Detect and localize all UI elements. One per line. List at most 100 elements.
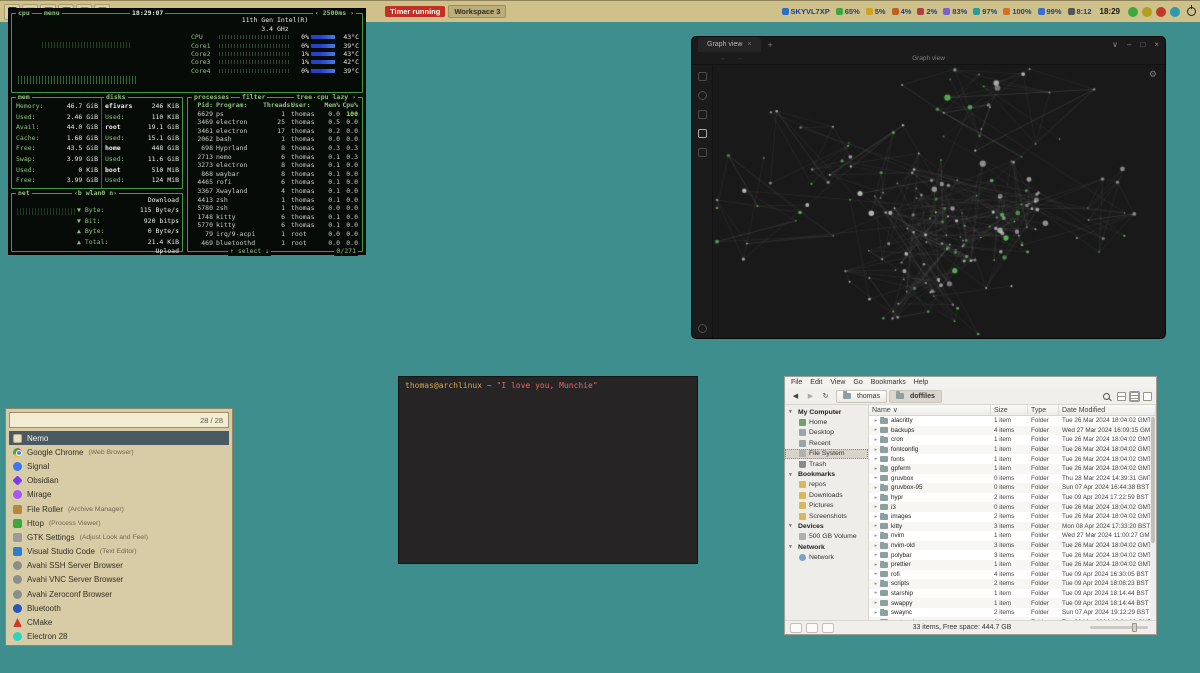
sidebar-item-500-gb-volume[interactable]: 500 GB Volume (785, 532, 868, 542)
canvas-icon[interactable] (698, 148, 707, 157)
process-row[interactable]: 698Hyprland8thomas0.30.3 (190, 144, 360, 153)
menubar-item-go[interactable]: Go (853, 379, 862, 386)
menubar-item-file[interactable]: File (791, 379, 802, 386)
process-row[interactable]: 2713nemo6thomas0.10.3 (190, 153, 360, 162)
file-row[interactable]: ▸prettier1 itemFolderTue 26 Mar 2024 18:… (869, 560, 1156, 570)
terminal-window[interactable]: thomas@archlinux ~ "I love you, Munchie" (398, 376, 698, 564)
timer-badge[interactable]: Timer running (385, 6, 445, 17)
minimize-icon[interactable]: – (1127, 40, 1131, 49)
file-row[interactable]: ▸polybar3 itemsFolderTue 26 Mar 2024 18:… (869, 550, 1156, 560)
expander-icon[interactable]: ▾ (789, 523, 795, 529)
expander-icon[interactable]: ▸ (872, 418, 880, 424)
expander-icon[interactable]: ▸ (872, 533, 880, 539)
menubar-item-edit[interactable]: Edit (810, 379, 822, 386)
file-row[interactable]: ▸scripts2 itemsFolderTue 09 Apr 2024 18:… (869, 579, 1156, 589)
process-row[interactable]: 4413zsh1thomas0.10.0 (190, 196, 360, 205)
file-row[interactable]: ▸backups4 itemsFolderWed 27 Mar 2024 16:… (869, 426, 1156, 436)
close-icon[interactable]: × (1154, 40, 1159, 49)
file-row[interactable]: ▸nvim-old3 itemsFolderTue 26 Mar 2024 18… (869, 541, 1156, 551)
sidebar-item-trash[interactable]: Trash (785, 459, 868, 469)
expander-icon[interactable]: ▸ (872, 610, 880, 616)
file-row[interactable]: ▸alacritty1 itemFolderTue 26 Mar 2024 18… (869, 416, 1156, 426)
scrollbar-thumb[interactable] (1151, 417, 1155, 543)
column-header-size[interactable]: Size (991, 405, 1028, 415)
tray-item-brightness[interactable]: 100% (1003, 7, 1031, 16)
chevron-down-icon[interactable]: ∨ (1112, 40, 1118, 49)
graph-titlebar[interactable]: Graph view × + ∨ – □ × (692, 37, 1165, 52)
proc-col-header[interactable]: Program: (216, 101, 263, 110)
process-row[interactable]: 469bluetoothd1root0.00.0 (190, 239, 360, 248)
file-row[interactable]: ▸swaync2 itemsFolderSun 07 Apr 2024 19:1… (869, 608, 1156, 618)
launcher-item[interactable]: GTK Settings(Adjust Look and Feel) (9, 530, 229, 544)
proc-col-header[interactable]: Cpu% (340, 101, 360, 110)
file-row[interactable]: ▸cron1 itemFolderTue 26 Mar 2024 18:04:0… (869, 435, 1156, 445)
file-row[interactable]: ▸gruvbox-950 itemsFolderSun 07 Apr 2024 … (869, 483, 1156, 493)
expander-icon[interactable]: ▸ (872, 600, 880, 606)
launcher-item[interactable]: Signal (9, 459, 229, 473)
proc-col-header[interactable]: User: (287, 101, 321, 110)
launcher-item[interactable]: Htop(Process Viewer) (9, 516, 229, 530)
process-row[interactable]: 4465rofi6thomas0.10.0 (190, 178, 360, 187)
sidebar-section-bookmarks[interactable]: ▾Bookmarks (785, 469, 868, 479)
tray-item-volume[interactable]: 99% (1038, 7, 1062, 16)
expander-icon[interactable]: ▸ (872, 466, 880, 472)
help-icon[interactable] (698, 324, 707, 333)
maximize-icon[interactable]: □ (1140, 40, 1145, 49)
graph-tab[interactable]: Graph view × (698, 37, 761, 52)
tray-item-uptime[interactable]: 8:12 (1068, 7, 1092, 16)
tray-item-cpu[interactable]: 4% (892, 7, 912, 16)
process-row[interactable]: 3367Xwayland4thomas0.10.0 (190, 187, 360, 196)
sidebar-section-network[interactable]: ▾Network (785, 542, 868, 552)
tray-item-disk[interactable]: 83% (943, 7, 967, 16)
expander-icon[interactable]: ▸ (872, 562, 880, 568)
launcher-item[interactable]: Bluetooth (9, 601, 229, 615)
back-button[interactable]: ◀ (789, 390, 802, 403)
sidebar-section-devices[interactable]: ▾Devices (785, 521, 868, 531)
forward-button[interactable]: ▶ (804, 390, 817, 403)
file-row[interactable]: ▸nvim1 itemFolderWed 27 Mar 2024 11:00:2… (869, 531, 1156, 541)
expander-icon[interactable]: ▸ (872, 485, 880, 491)
tab-close-icon[interactable]: × (747, 41, 751, 48)
sidebar-section-my-computer[interactable]: ▾My Computer (785, 407, 868, 417)
file-row[interactable]: ▸fontconfig1 itemFolderTue 26 Mar 2024 1… (869, 445, 1156, 455)
process-row[interactable]: 5770kitty6thomas0.10.0 (190, 221, 360, 230)
icon-view-button[interactable] (1117, 392, 1126, 401)
sidebar-item-network[interactable]: Network (785, 552, 868, 562)
zoom-slider-handle[interactable] (1132, 623, 1137, 632)
file-row[interactable]: ▸i30 itemsFolderTue 26 Mar 2024 18:04:02… (869, 502, 1156, 512)
btop-menu-tab[interactable]: menu (42, 9, 62, 18)
launcher-item[interactable]: Visual Studio Code(Text Editor) (9, 545, 229, 559)
record-icon[interactable] (1156, 7, 1166, 17)
expander-icon[interactable]: ▸ (872, 590, 880, 596)
show-places-button[interactable] (790, 623, 802, 633)
menubar-item-view[interactable]: View (830, 379, 845, 386)
process-row[interactable]: 868waybar8thomas0.10.0 (190, 170, 360, 179)
file-row[interactable]: ▸images2 itemsFolderTue 26 Mar 2024 18:0… (869, 512, 1156, 522)
launcher-item[interactable]: CMake (9, 615, 229, 629)
file-row[interactable]: ▸hypr2 itemsFolderTue 09 Apr 2024 17:22:… (869, 493, 1156, 503)
expander-icon[interactable]: ▸ (872, 523, 880, 529)
proc-col-header[interactable]: Threads: (263, 101, 287, 110)
tray-item-memory[interactable]: 5% (866, 7, 886, 16)
proc-col-header[interactable]: Pid: (190, 101, 216, 110)
process-row[interactable]: 1748kitty6thomas0.10.0 (190, 213, 360, 222)
expander-icon[interactable]: ▸ (872, 437, 880, 443)
zoom-slider[interactable] (1090, 626, 1148, 629)
file-row[interactable]: ▸swappy1 itemFolderTue 09 Apr 2024 18:14… (869, 598, 1156, 608)
launcher-item[interactable]: Avahi VNC Server Browser (9, 573, 229, 587)
graph-settings-gear-icon[interactable]: ⚙ (1149, 69, 1157, 80)
launcher-item[interactable]: Nemo (9, 431, 229, 445)
sidebar-item-screenshots[interactable]: Screenshots (785, 511, 868, 521)
tray-item-disk2[interactable]: 97% (973, 7, 997, 16)
list-view-button[interactable] (1130, 392, 1139, 401)
process-row[interactable]: 3469electron25thomas0.50.0 (190, 118, 360, 127)
network-icon[interactable] (1170, 7, 1180, 17)
tray-item-battery[interactable]: 65% (836, 7, 860, 16)
files-icon[interactable] (698, 72, 707, 81)
process-row[interactable]: 2062bash1thomas0.00.0 (190, 135, 360, 144)
process-row[interactable]: 3461electron17thomas0.20.0 (190, 127, 360, 136)
expander-icon[interactable]: ▸ (872, 543, 880, 549)
launcher-item[interactable]: Obsidian (9, 474, 229, 488)
nav-arrows-icon[interactable]: ← → (720, 55, 747, 62)
launcher-item[interactable]: Avahi SSH Server Browser (9, 559, 229, 573)
